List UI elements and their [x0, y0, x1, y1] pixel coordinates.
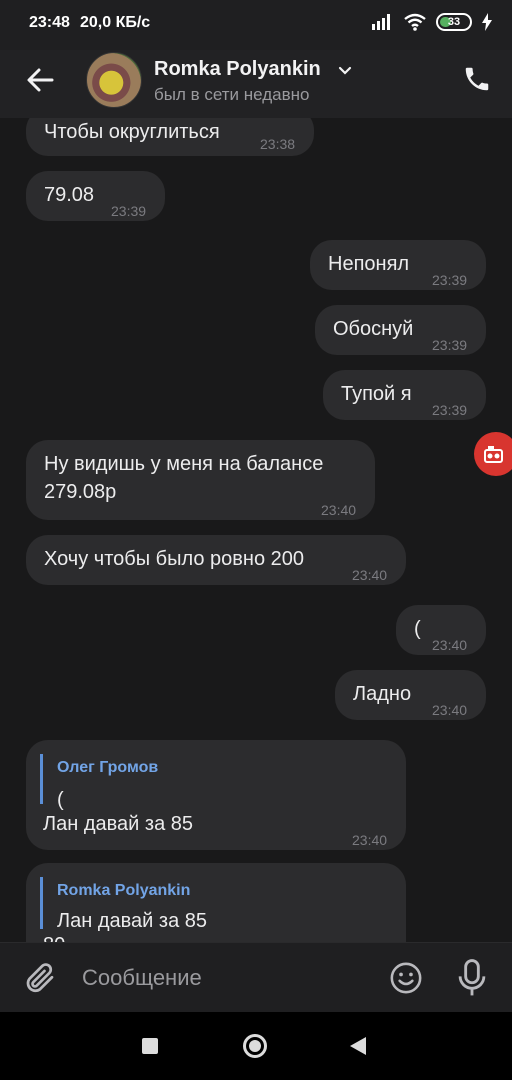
message-incoming[interactable]: Ну видишь у меня на балансе 279.08р 23:4…	[26, 440, 375, 520]
quote-text: Лан давай за 85	[57, 910, 207, 932]
message-time: 23:40	[352, 567, 388, 583]
paperclip-icon[interactable]	[22, 960, 58, 996]
message-text: 79.08	[44, 184, 95, 206]
message-time: 23:38	[260, 136, 296, 152]
smiley-icon[interactable]	[389, 961, 423, 995]
message-text: Непонял	[328, 253, 410, 275]
contact-name[interactable]: Romka Polyankin	[154, 58, 321, 81]
message-incoming[interactable]: 79.08 23:39	[26, 171, 165, 221]
reply-quote[interactable]: Олег Громов (	[40, 754, 159, 811]
chat-header: Romka Polyankin был в сети недавно	[0, 50, 512, 118]
message-text: (	[414, 618, 421, 640]
message-outgoing[interactable]: ( 23:40	[396, 605, 486, 655]
recent-apps-icon[interactable]	[142, 1038, 158, 1054]
message-incoming[interactable]: Чтобы округлиться 23:38	[26, 118, 314, 156]
message-text: 80	[43, 931, 65, 942]
message-text: Ну видишь у меня на балансе	[44, 453, 324, 475]
message-outgoing[interactable]: Обоснуй 23:39	[315, 305, 486, 355]
message-time: 23:40	[432, 702, 468, 718]
home-icon[interactable]	[243, 1034, 267, 1058]
arrow-left-icon[interactable]	[24, 64, 56, 96]
message-time: 23:40	[321, 502, 357, 518]
message-time: 23:39	[111, 203, 147, 219]
message-text: Тупой я	[341, 383, 412, 405]
nav-back-icon[interactable]	[350, 1037, 366, 1055]
reply-quote[interactable]: Romka Polyankin Лан давай за 85	[40, 877, 207, 932]
microphone-icon[interactable]	[456, 959, 488, 997]
contact-status: был в сети недавно	[154, 85, 310, 104]
contact-avatar[interactable]	[86, 52, 142, 108]
message-outgoing[interactable]: Непонял 23:39	[310, 240, 486, 290]
message-outgoing[interactable]: Тупой я 23:39	[323, 370, 486, 420]
message-outgoing[interactable]: Ладно 23:40	[335, 670, 486, 720]
message-incoming[interactable]: Хочу чтобы было ровно 200 23:40	[26, 535, 406, 585]
message-incoming-reply[interactable]: Romka Polyankin Лан давай за 85 80	[26, 863, 406, 942]
camera-record-glyph	[484, 446, 503, 463]
message-time: 23:40	[352, 832, 388, 848]
chevron-down-icon[interactable]	[337, 62, 353, 78]
system-navigation-bar	[0, 1012, 512, 1080]
message-text: Ладно	[353, 683, 412, 705]
quote-author: Олег Громов	[57, 759, 159, 776]
quote-author: Romka Polyankin	[57, 882, 191, 899]
status-icons: 33	[372, 13, 492, 31]
wifi-icon	[404, 13, 426, 31]
message-incoming-reply[interactable]: Олег Громов ( Лан давай за 85 23:40	[26, 740, 406, 850]
message-time: 23:39	[432, 402, 468, 418]
video-record-icon[interactable]	[474, 432, 512, 476]
message-text: 279.08р	[44, 481, 117, 503]
signal-icon	[372, 14, 390, 30]
message-time: 23:39	[432, 337, 468, 353]
message-text: Лан давай за 85	[43, 813, 193, 835]
status-network-speed: 20,0 КБ/с	[80, 14, 151, 31]
message-list[interactable]: Чтобы округлиться 23:38 79.08 23:39 Непо…	[0, 118, 512, 942]
message-text: Обоснуй	[333, 318, 414, 340]
battery-indicator: 33	[436, 13, 472, 31]
message-text: Хочу чтобы было ровно 200	[44, 548, 305, 570]
message-text: Чтобы округлиться	[44, 121, 220, 143]
status-time: 23:48	[29, 14, 70, 31]
phone-icon[interactable]	[462, 64, 492, 94]
message-input[interactable]	[82, 963, 372, 993]
message-time: 23:40	[432, 637, 468, 653]
charging-bolt-icon	[482, 13, 492, 31]
message-composer	[0, 942, 512, 1012]
status-bar: 23:48 20,0 КБ/с 33	[0, 0, 512, 50]
message-time: 23:39	[432, 272, 468, 288]
